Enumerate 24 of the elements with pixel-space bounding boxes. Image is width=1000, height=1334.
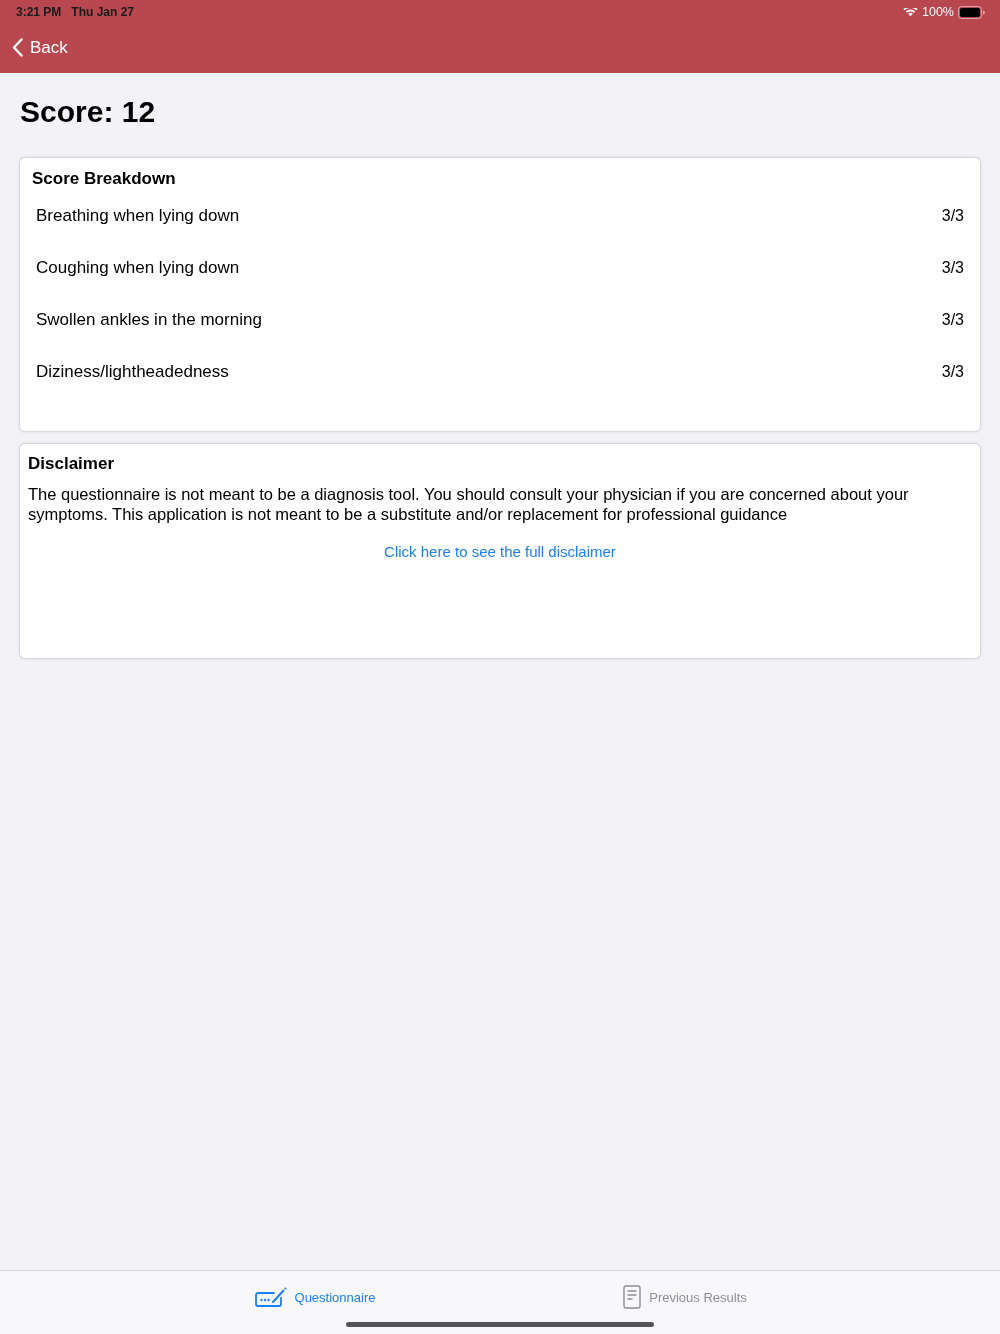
card-title: Disclaimer [28,453,114,475]
full-disclaimer-link[interactable]: Click here to see the full disclaimer [384,543,616,560]
symptom-score: 3/3 [941,363,964,381]
back-button[interactable]: Back [12,37,68,58]
symptom-score: 3/3 [941,207,964,225]
symptom-label: Breathing when lying down [36,206,240,226]
battery-percentage: 100% [922,5,954,19]
chevron-left-icon [12,38,23,57]
document-icon [623,1285,642,1309]
symptom-score: 3/3 [941,311,964,329]
symptom-label: Swollen ankles in the morning [36,310,262,330]
symptom-label: Diziness/lightheadedness [36,362,229,382]
tab-item[interactable]: Previous Results [623,1285,747,1309]
pen-form-icon [254,1287,287,1307]
wifi-icon [903,7,918,17]
score-title: Score: 12 [20,95,156,129]
disclaimer-text: The questionnaire is not meant to be a diagnosis tool. You should consult your physician if you are concerned about your symptoms. This application is not meant to be a substitute and/or replacement for professional guidance [28,484,910,524]
tab-item[interactable]: Questionnaire [254,1287,376,1307]
card-title: Score Breakdown [32,168,176,190]
status-time: 3:21 PM [16,5,62,19]
status-date: Thu Jan 27 [71,5,135,19]
symptom-score: 3/3 [941,259,964,277]
battery-icon [958,5,985,19]
symptom-label: Coughing when lying down [36,258,240,278]
